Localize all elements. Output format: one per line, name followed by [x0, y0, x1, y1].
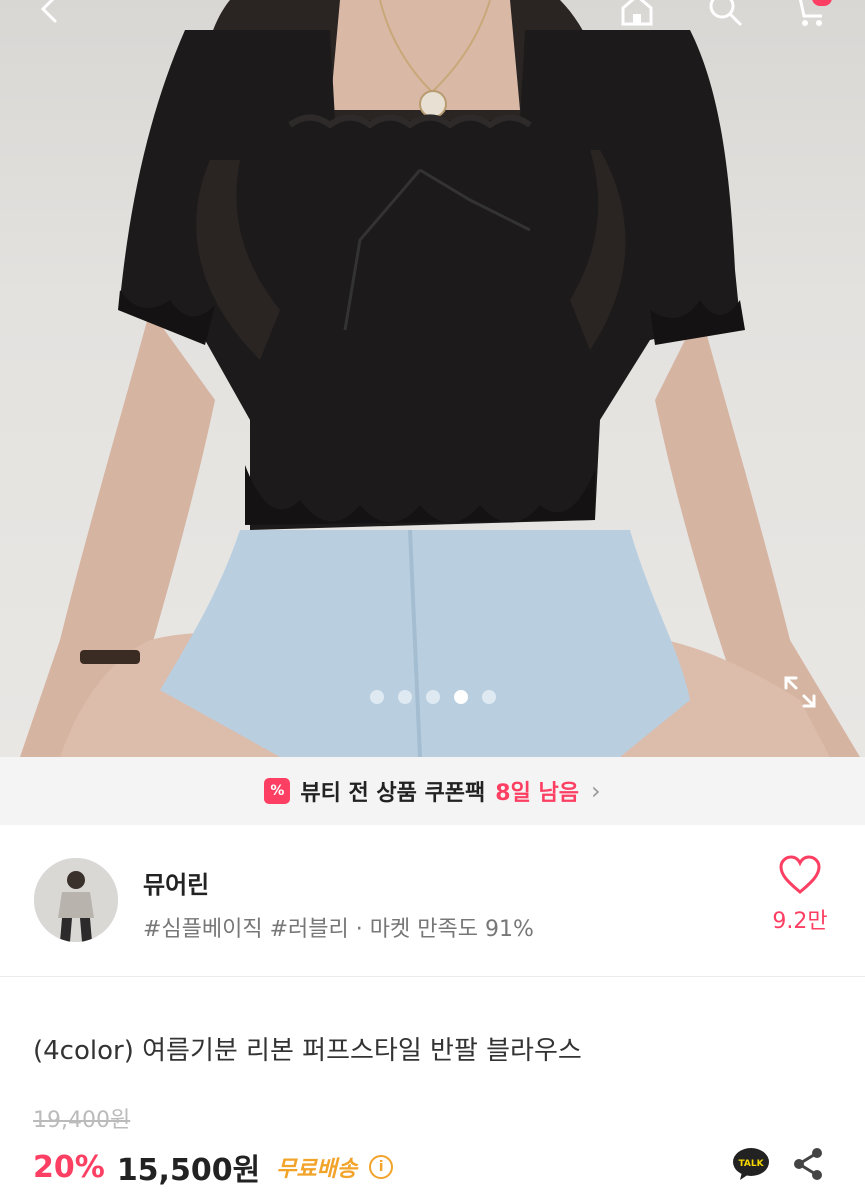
- gallery-dot[interactable]: [482, 690, 496, 704]
- chevron-right-icon: ›: [590, 777, 601, 805]
- chevron-left-icon: [40, 0, 57, 23]
- store-info: 뮤어린 #심플베이직 #러블리 · 마켓 만족도 91% 9.2만: [0, 825, 865, 977]
- svg-text:TALK: TALK: [738, 1159, 764, 1169]
- gallery-dot[interactable]: [398, 690, 412, 704]
- search-button[interactable]: [702, 0, 748, 32]
- gallery-dot[interactable]: [426, 690, 440, 704]
- expand-icon: [784, 676, 816, 708]
- store-avatar[interactable]: [34, 858, 118, 942]
- product-image-gallery[interactable]: [0, 0, 865, 757]
- avatar-image: [34, 858, 118, 942]
- home-icon: [621, 0, 653, 26]
- gallery-dot-active[interactable]: [454, 690, 468, 704]
- store-name[interactable]: 뮤어린: [143, 865, 209, 900]
- expand-image-button[interactable]: [780, 672, 820, 712]
- coupon-banner[interactable]: % 뷰티 전 상품 쿠폰팩 8일 남음 ›: [0, 757, 865, 825]
- price-row: 20% 15,500원 무료배송 i: [33, 1145, 394, 1189]
- kakao-talk-button[interactable]: TALK: [732, 1146, 770, 1182]
- sale-price: 15,500원: [116, 1153, 261, 1188]
- back-button[interactable]: [26, 0, 72, 32]
- original-price: 19,400원: [33, 1108, 131, 1133]
- info-icon[interactable]: i: [369, 1155, 394, 1179]
- free-shipping-label: 무료배송: [276, 1157, 358, 1182]
- store-tags: #심플베이직 #러블리 · 마켓 만족도 91%: [143, 917, 534, 942]
- product-title: (4color) 여름기분 리본 퍼프스타일 반팔 블라우스: [33, 1036, 582, 1066]
- gallery-pagination: [370, 690, 496, 704]
- coupon-icon: %: [264, 778, 291, 804]
- talk-icon: TALK: [733, 1148, 769, 1180]
- home-button[interactable]: [614, 0, 660, 32]
- search-icon: [709, 0, 742, 26]
- coupon-text: 뷰티 전 상품 쿠폰팩: [300, 781, 486, 806]
- like-count: 9.2만: [772, 909, 828, 934]
- like-button[interactable]: 9.2만: [770, 855, 830, 945]
- heart-icon: [779, 855, 821, 894]
- top-navigation-bar: [0, 0, 865, 40]
- coupon-remaining: 8일 남음: [495, 781, 579, 806]
- share-button[interactable]: [790, 1146, 826, 1182]
- product-photo: [20, 0, 860, 757]
- share-icon: [794, 1148, 822, 1180]
- gallery-dot[interactable]: [370, 690, 384, 704]
- discount-rate: 20%: [33, 1149, 105, 1185]
